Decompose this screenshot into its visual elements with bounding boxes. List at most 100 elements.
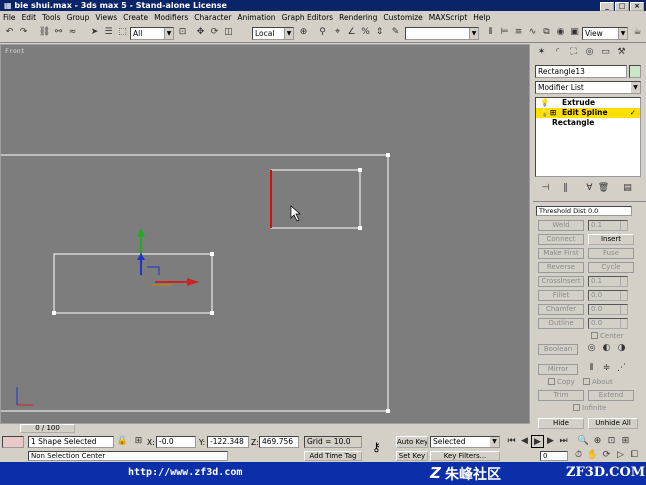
zoom-icon[interactable]: 🔍: [577, 435, 590, 448]
make-first-button[interactable]: Make First: [538, 248, 584, 259]
goto-end-icon[interactable]: ⏭: [557, 435, 570, 448]
copy-checkbox[interactable]: Copy: [548, 378, 575, 386]
key-mode-dropdown[interactable]: Selected ▼: [430, 436, 500, 448]
boolean-subtract-icon[interactable]: ◐: [600, 342, 613, 355]
utilities-tab-icon[interactable]: ⚒: [615, 46, 628, 59]
named-selection-icon[interactable]: ✎: [389, 26, 402, 39]
weld-button[interactable]: Weld: [538, 220, 584, 231]
lightbulb-icon[interactable]: 💡: [540, 98, 549, 108]
show-end-result-icon[interactable]: ‖: [559, 182, 572, 195]
cycle-button[interactable]: Cycle: [588, 262, 634, 273]
menu-help[interactable]: Help: [470, 11, 493, 24]
render-type-dropdown[interactable]: View ▼: [582, 27, 628, 40]
threshold-field[interactable]: Threshold Dist 0.0: [536, 206, 632, 216]
menu-file[interactable]: File: [0, 11, 19, 24]
stack-item-rectangle[interactable]: Rectangle: [536, 118, 640, 128]
maxscript-listener-mini[interactable]: [2, 436, 24, 448]
time-slider[interactable]: 0 / 100: [0, 424, 530, 433]
display-tab-icon[interactable]: ▭: [599, 46, 612, 59]
layer-manager-icon[interactable]: ≡: [512, 26, 525, 39]
viewport-front[interactable]: Front: [0, 44, 530, 424]
material-editor-icon[interactable]: ◉: [554, 26, 567, 39]
quick-render-icon[interactable]: ☕: [631, 26, 644, 39]
mirror-button[interactable]: Mirror: [538, 364, 578, 375]
select-rotate-icon[interactable]: ⟳: [208, 26, 221, 39]
current-frame-field[interactable]: 0: [540, 451, 568, 461]
reference-coord-dropdown[interactable]: Local ▼: [252, 27, 294, 40]
redo-icon[interactable]: ↷: [17, 26, 30, 39]
snaps-toggle-icon[interactable]: ⌖: [331, 26, 344, 39]
set-key-button[interactable]: Set Key: [396, 451, 428, 461]
fillet-button[interactable]: Fillet: [538, 290, 584, 301]
select-move-icon[interactable]: ✥: [194, 26, 207, 39]
modifier-list-dropdown[interactable]: Modifier List ▼: [535, 81, 641, 94]
modify-tab-icon[interactable]: ◜: [551, 46, 564, 59]
viewport-canvas[interactable]: [1, 45, 529, 423]
hierarchy-tab-icon[interactable]: ⛶: [567, 46, 580, 59]
menu-tools[interactable]: Tools: [39, 11, 63, 24]
min-max-toggle-icon[interactable]: ⧠: [628, 449, 641, 462]
select-manipulate-icon[interactable]: ⚲: [316, 26, 329, 39]
bind-space-warp-icon[interactable]: ≈: [66, 26, 79, 39]
zoom-extents-icon[interactable]: ⊡: [605, 435, 618, 448]
named-selection-set-dropdown[interactable]: ▼: [405, 27, 479, 40]
add-time-tag-button[interactable]: Add Time Tag: [304, 451, 362, 461]
chamfer-button[interactable]: Chamfer: [538, 304, 584, 315]
menu-character[interactable]: Character: [191, 11, 234, 24]
unhide-all-button[interactable]: Unhide All: [588, 418, 638, 429]
schematic-view-icon[interactable]: ⧉: [540, 26, 553, 39]
configure-sets-icon[interactable]: ▤: [621, 182, 634, 195]
object-color-swatch[interactable]: [629, 65, 641, 78]
vertex-handle[interactable]: [210, 311, 214, 315]
outline-spinner[interactable]: 0.0: [588, 318, 628, 329]
cross-insert-button[interactable]: CrossInsert: [538, 276, 584, 287]
expand-icon[interactable]: ⊞: [550, 108, 556, 118]
rect-selection-icon[interactable]: ⬚: [116, 26, 129, 39]
auto-key-button[interactable]: Auto Key: [396, 436, 428, 448]
select-object-icon[interactable]: ➤: [88, 26, 101, 39]
x-coord-field[interactable]: -0.0: [156, 436, 196, 448]
vertex-handle[interactable]: [358, 168, 362, 172]
select-by-name-icon[interactable]: ☰: [102, 26, 115, 39]
about-pivot-checkbox[interactable]: About: [583, 378, 613, 386]
vertex-handle[interactable]: [386, 153, 390, 157]
stack-item-edit-spline[interactable]: 💡 ⊞ Edit Spline ✓: [536, 108, 640, 118]
menu-group[interactable]: Group: [64, 11, 93, 24]
chamfer-spinner[interactable]: 0.0: [588, 304, 628, 315]
absolute-mode-icon[interactable]: ⊞: [132, 435, 145, 448]
selection-lock-icon[interactable]: 🔒: [116, 435, 129, 448]
weld-threshold-spinner[interactable]: 0.1: [588, 220, 628, 231]
zoom-extents-all-icon[interactable]: ⊞: [619, 435, 632, 448]
minimize-button[interactable]: _: [600, 2, 614, 11]
motion-tab-icon[interactable]: ◎: [583, 46, 596, 59]
select-link-icon[interactable]: ⛓: [38, 26, 51, 39]
goto-start-icon[interactable]: ⏮: [505, 435, 518, 448]
mirror-vertical-icon[interactable]: ≑: [600, 362, 613, 375]
pivot-center-icon[interactable]: ⊕: [297, 26, 310, 39]
remove-modifier-icon[interactable]: 🗑: [597, 182, 610, 195]
move-gizmo[interactable]: [137, 228, 199, 286]
object-name-field[interactable]: Rectangle13: [535, 65, 627, 78]
outline-button[interactable]: Outline: [538, 318, 584, 329]
lightbulb-icon[interactable]: 💡: [540, 108, 549, 118]
percent-snap-icon[interactable]: %: [359, 26, 372, 39]
create-tab-icon[interactable]: ✶: [535, 46, 548, 59]
select-scale-icon[interactable]: ◫: [222, 26, 235, 39]
pan-icon[interactable]: ✋: [586, 449, 599, 462]
fuse-button[interactable]: Fuse: [588, 248, 634, 259]
curve-editor-icon[interactable]: ∿: [526, 26, 539, 39]
menu-maxscript[interactable]: MAXScript: [426, 11, 471, 24]
mirror-icon[interactable]: ⫴: [484, 26, 497, 39]
maximize-button[interactable]: □: [615, 2, 629, 11]
stack-item-extrude[interactable]: 💡 Extrude: [536, 98, 640, 108]
render-scene-icon[interactable]: ▣: [568, 26, 581, 39]
menu-views[interactable]: Views: [92, 11, 120, 24]
infinite-bounds-checkbox[interactable]: Infinite: [573, 404, 606, 412]
boolean-union-icon[interactable]: ◎: [585, 342, 598, 355]
cross-insert-spinner[interactable]: 0.1: [588, 276, 628, 287]
y-coord-field[interactable]: -122.348: [207, 436, 249, 448]
angle-snap-icon[interactable]: ∠: [345, 26, 358, 39]
spinner-snap-icon[interactable]: ⇕: [373, 26, 386, 39]
menu-graph-editors[interactable]: Graph Editors: [279, 11, 337, 24]
fillet-spinner[interactable]: 0.0: [588, 290, 628, 301]
